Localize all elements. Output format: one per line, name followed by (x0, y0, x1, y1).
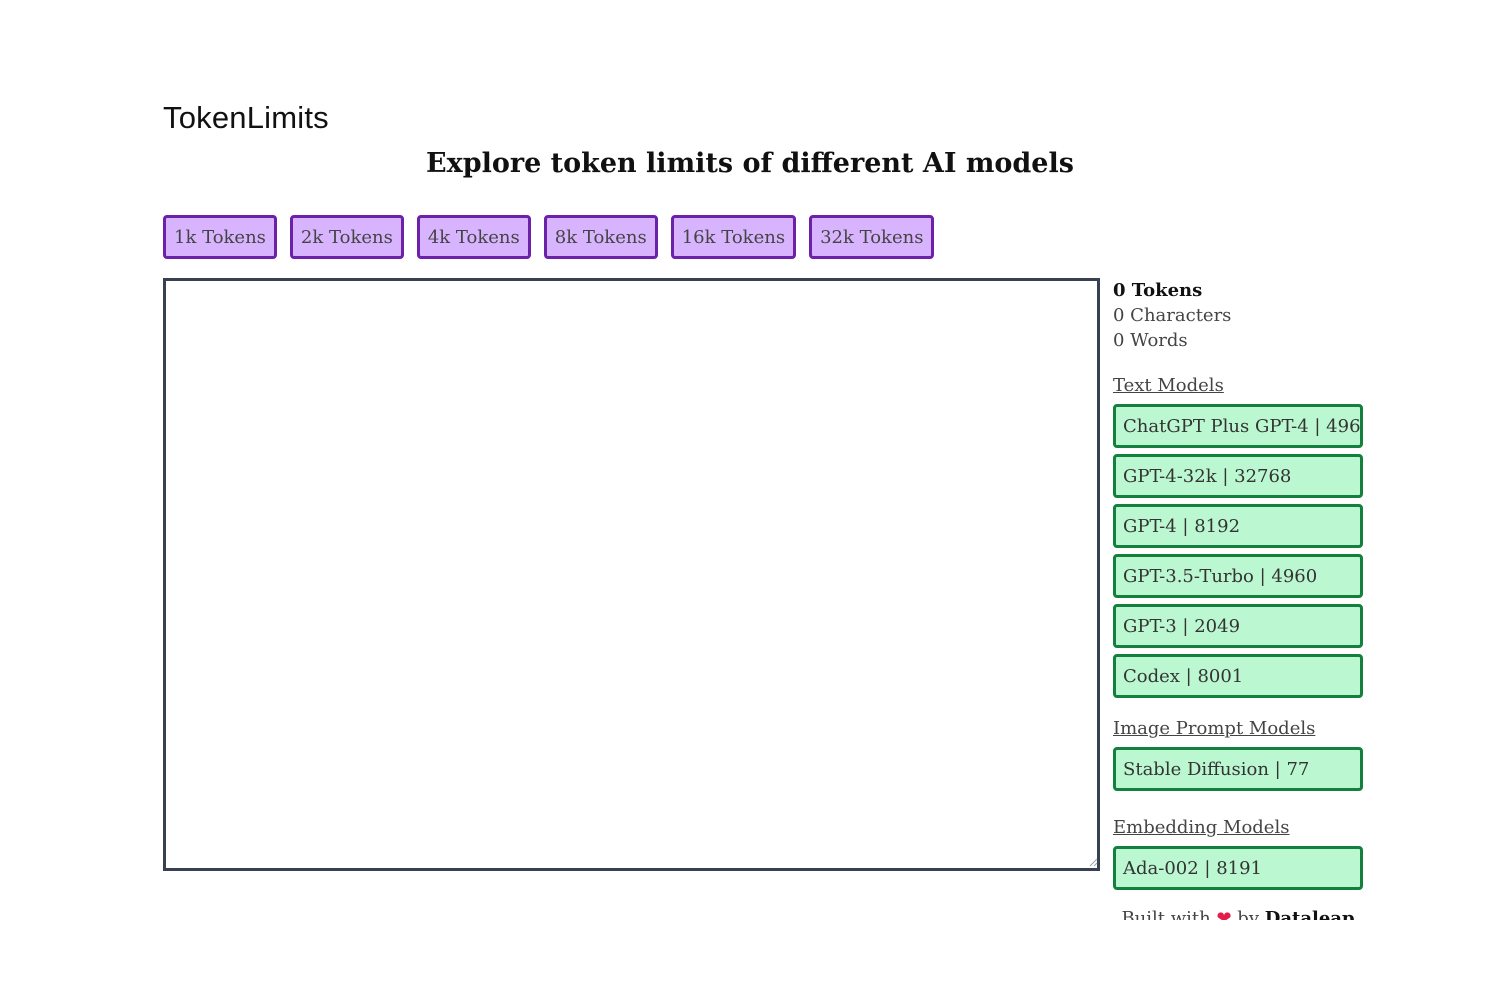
heart-icon: ❤ (1216, 908, 1232, 920)
token-preset-1k-button[interactable]: 1k Tokens (163, 215, 277, 259)
model-ada-002-button[interactable]: Ada-002 | 8191 (1113, 846, 1363, 890)
model-stable-diffusion-button[interactable]: Stable Diffusion | 77 (1113, 747, 1363, 791)
brand-logo[interactable]: TokenLimits (163, 100, 329, 136)
model-gpt4-button[interactable]: GPT-4 | 8192 (1113, 504, 1363, 548)
model-gpt4-32k-button[interactable]: GPT-4-32k | 32768 (1113, 454, 1363, 498)
token-count: 0 Tokens (1113, 280, 1203, 301)
token-preset-16k-button[interactable]: 16k Tokens (670, 215, 797, 259)
token-preset-4k-button[interactable]: 4k Tokens (416, 215, 531, 259)
page: TokenLimits Explore token limits of diff… (0, 0, 1500, 1000)
footer: Built with ❤ by Dataleap (1113, 906, 1363, 920)
word-count: 0 Words (1113, 330, 1188, 351)
model-sidebar: 0 Tokens 0 Characters 0 Words Text Model… (1113, 278, 1363, 896)
token-preset-buttons: 1k Tokens 2k Tokens 4k Tokens 8k Tokens … (163, 215, 935, 259)
page-title: Explore token limits of different AI mod… (426, 148, 1074, 179)
resize-handle-icon[interactable] (1088, 857, 1098, 867)
model-gpt35-turbo-button[interactable]: GPT-3.5-Turbo | 4960 (1113, 554, 1363, 598)
character-count: 0 Characters (1113, 305, 1232, 326)
footer-prefix: Built with (1121, 908, 1211, 920)
prompt-text-input[interactable] (163, 278, 1100, 871)
embedding-models-heading[interactable]: Embedding Models (1113, 815, 1363, 840)
model-codex-button[interactable]: Codex | 8001 (1113, 654, 1363, 698)
token-preset-32k-button[interactable]: 32k Tokens (809, 215, 935, 259)
model-gpt3-button[interactable]: GPT-3 | 2049 (1113, 604, 1363, 648)
footer-by: by (1237, 908, 1259, 920)
footer-credit: Built with ❤ by Dataleap (1113, 906, 1363, 920)
text-models-heading[interactable]: Text Models (1113, 373, 1363, 398)
image-prompt-models-heading[interactable]: Image Prompt Models (1113, 716, 1363, 741)
token-preset-8k-button[interactable]: 8k Tokens (543, 215, 658, 259)
footer-brand-link[interactable]: Dataleap (1265, 908, 1355, 920)
token-preset-2k-button[interactable]: 2k Tokens (289, 215, 404, 259)
model-chatgpt-plus-gpt4-button[interactable]: ChatGPT Plus GPT-4 | 4960 (1113, 404, 1363, 448)
